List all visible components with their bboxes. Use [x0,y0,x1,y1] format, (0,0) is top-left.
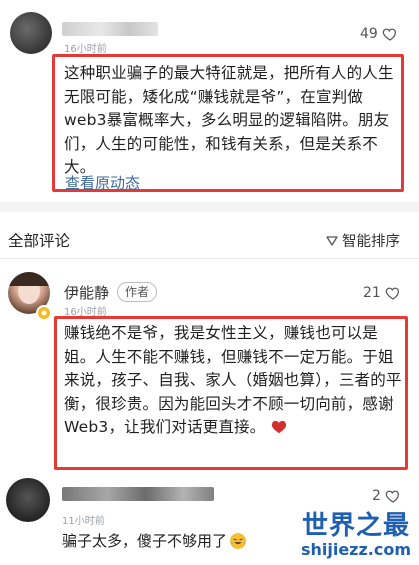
comment-text: 赚钱绝不是爷，我是女性主义，赚钱也可以是姐。人生不能不赚钱，但赚钱不一定万能。于… [64,324,402,436]
watermark-subtitle: shijiezz.com [300,540,412,559]
comment-time: 16小时前 [64,44,107,55]
watermark-title: 世界之最 [301,511,410,541]
like-button[interactable]: 49 [360,26,398,42]
heart-outline-icon [385,490,399,503]
header-separator [0,258,419,259]
sort-icon [326,235,338,246]
sort-label: 智能排序 [342,234,400,250]
like-count: 21 [363,285,381,301]
laughing-tears-emoji-icon [230,532,246,549]
view-original-post-link[interactable]: 查看原动态 [65,172,140,193]
sort-button[interactable]: 智能排序 [326,230,400,251]
avatar[interactable] [6,478,50,522]
like-count: 49 [360,26,378,42]
red-heart-emoji-icon [271,420,286,434]
avatar[interactable] [10,12,52,54]
like-button[interactable]: 2 [372,488,401,504]
comment-text: 骗子太多，傻子不够用了 [62,532,228,550]
section-divider [0,202,419,212]
like-count: 2 [372,488,381,504]
username-blurred[interactable] [62,487,214,501]
comment-body: 骗子太多，傻子不够用了 [62,530,247,551]
verified-badge-icon [36,305,52,321]
watermark: 世界之最 shijiezz.com [296,505,416,559]
like-button[interactable]: 21 [363,285,401,301]
username-blurred[interactable] [62,22,158,36]
author-tag: 作者 [117,282,158,302]
author-name[interactable]: 伊能静 [64,282,109,303]
comment-body: 赚钱绝不是爷，我是女性主义，赚钱也可以是姐。人生不能不赚钱，但赚钱不一定万能。于… [64,322,402,440]
comment-body: 这种职业骗子的最大特征就是，把所有人的人生无限可能，矮化成“赚钱就是爷”，在宣判… [64,64,394,176]
section-title: 全部评论 [8,232,71,250]
heart-outline-icon [385,287,399,300]
comment-time: 11小时前 [62,516,105,527]
heart-outline-icon [382,28,396,41]
